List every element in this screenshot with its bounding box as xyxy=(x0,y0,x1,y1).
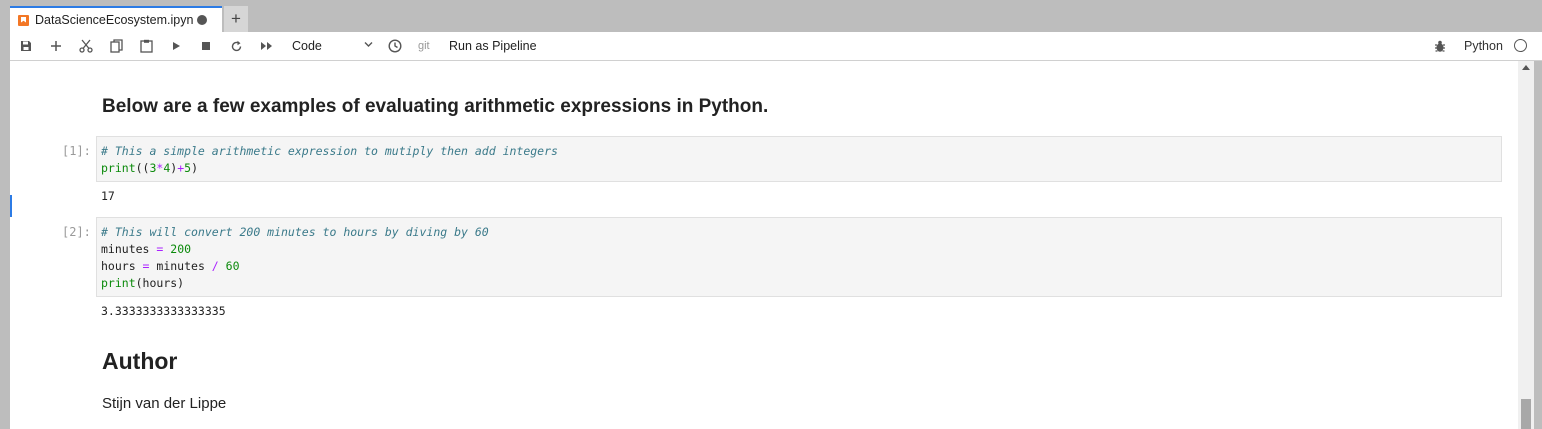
code-token: 60 xyxy=(225,259,240,273)
code-token: (( xyxy=(135,161,150,175)
notebook-tab[interactable]: DataScienceEcosystem.ipyn xyxy=(10,6,222,32)
code-line: minutes = 200 xyxy=(101,241,1497,258)
code-token: hours xyxy=(101,259,143,273)
run-as-pipeline-button[interactable]: Run as Pipeline xyxy=(449,32,537,60)
code-token: print xyxy=(101,161,136,175)
restart-icon[interactable] xyxy=(226,32,246,60)
code-token: print xyxy=(101,276,136,290)
author-name: Stijn van der Lippe xyxy=(102,395,227,412)
code-line: # This a simple arithmetic expression to… xyxy=(101,143,1497,160)
kernel-name[interactable]: Python xyxy=(1464,32,1503,60)
cell-type-value: Code xyxy=(292,39,322,53)
unsaved-indicator-icon[interactable] xyxy=(197,15,208,25)
code-token: minutes xyxy=(101,242,157,256)
code-cell-editor[interactable]: # This will convert 200 minutes to hours… xyxy=(96,217,1502,297)
debugger-icon[interactable] xyxy=(1430,32,1450,60)
chevron-down-icon xyxy=(364,42,373,47)
fast-forward-icon[interactable] xyxy=(256,32,276,60)
code-line: print(hours) xyxy=(101,275,1497,292)
cell-prompt: [1]: xyxy=(62,144,91,158)
save-icon[interactable] xyxy=(16,32,36,60)
tab-bar: DataScienceEcosystem.ipyn + xyxy=(0,0,1542,32)
notebook-panel: Below are a few examples of evaluating a… xyxy=(10,61,1518,429)
clock-icon[interactable] xyxy=(385,32,405,60)
code-token: # This a simple arithmetic expression to… xyxy=(101,144,558,158)
cell-prompt: [2]: xyxy=(62,225,91,239)
code-line: # This will convert 200 minutes to hours… xyxy=(101,224,1497,241)
kernel-status-icon xyxy=(1514,39,1527,52)
code-token: / xyxy=(211,259,219,273)
git-button[interactable]: git xyxy=(418,32,430,60)
stop-icon[interactable] xyxy=(196,32,216,60)
run-icon[interactable] xyxy=(166,32,186,60)
code-token: ) xyxy=(191,161,199,175)
active-cell-marker xyxy=(10,195,12,217)
paste-icon[interactable] xyxy=(136,32,156,60)
code-token: minutes xyxy=(149,259,212,273)
cell-output: 17 xyxy=(101,189,115,203)
notebook-toolbar: Code git Run as Pipeline Python xyxy=(10,32,1542,61)
code-token: (hours) xyxy=(135,276,185,290)
notebook-scrollbar[interactable] xyxy=(1518,61,1534,429)
code-token: # This will convert 200 minutes to hours… xyxy=(101,225,489,239)
cut-icon[interactable] xyxy=(76,32,96,60)
notebook-icon xyxy=(18,14,29,26)
markdown-heading-author: Author xyxy=(102,348,178,374)
add-cell-icon[interactable] xyxy=(46,32,66,60)
scroll-up-icon[interactable] xyxy=(1522,65,1530,70)
tab-title: DataScienceEcosystem.ipyn xyxy=(35,13,194,27)
code-token: 200 xyxy=(170,242,192,256)
markdown-heading-intro: Below are a few examples of evaluating a… xyxy=(102,96,769,117)
cell-type-select[interactable]: Code xyxy=(292,36,374,56)
code-line: print((3*4)+5) xyxy=(101,160,1497,177)
scrollbar-thumb[interactable] xyxy=(1521,399,1531,429)
window-edge xyxy=(1534,61,1542,429)
new-tab-button[interactable]: + xyxy=(224,6,248,32)
code-cell-editor[interactable]: # This a simple arithmetic expression to… xyxy=(96,136,1502,182)
cell-output: 3.3333333333333335 xyxy=(101,304,226,318)
copy-icon[interactable] xyxy=(106,32,126,60)
code-line: hours = minutes / 60 xyxy=(101,258,1497,275)
